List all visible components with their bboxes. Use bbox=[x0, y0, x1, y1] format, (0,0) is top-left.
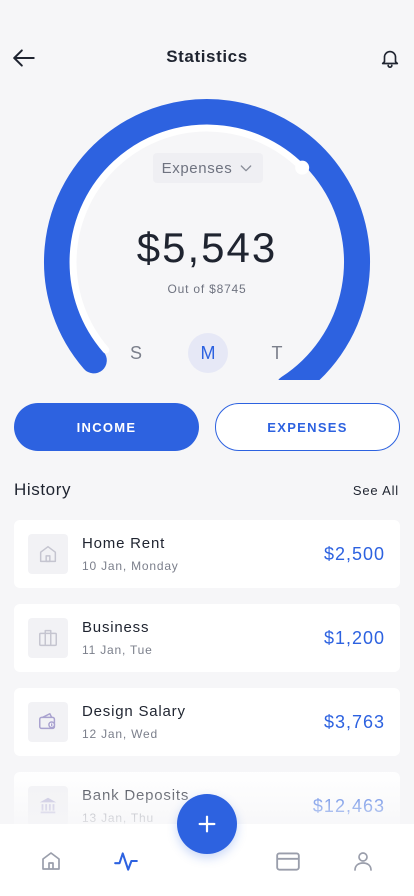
day-tab-m[interactable]: M bbox=[188, 333, 228, 373]
history-item-design-salary[interactable]: Design Salary 12 Jan, Wed $3,763 bbox=[14, 688, 400, 756]
see-all-link[interactable]: See All bbox=[353, 483, 399, 498]
category-dropdown[interactable]: Expenses bbox=[153, 153, 263, 183]
chevron-down-icon bbox=[241, 165, 252, 172]
item-amount: $3,763 bbox=[323, 712, 385, 732]
item-title: Design Salary bbox=[82, 703, 186, 720]
card-icon bbox=[276, 852, 300, 871]
item-title: Home Rent bbox=[82, 535, 166, 552]
wallet-icon bbox=[39, 713, 56, 730]
nav-home[interactable] bbox=[36, 846, 66, 876]
item-date: 12 Jan, Wed bbox=[82, 727, 158, 741]
page-title: Statistics bbox=[166, 47, 248, 66]
profile-icon bbox=[354, 852, 372, 871]
home-icon bbox=[42, 852, 60, 870]
gauge-knob[interactable] bbox=[295, 160, 310, 175]
nav-activity[interactable] bbox=[111, 846, 141, 876]
notification-button[interactable] bbox=[376, 44, 404, 72]
day-tab-s[interactable]: S bbox=[116, 333, 156, 373]
add-icon bbox=[198, 815, 216, 833]
item-amount: $1,200 bbox=[323, 628, 385, 648]
item-title: Business bbox=[82, 619, 150, 636]
bank-icon bbox=[39, 797, 57, 814]
history-item-business[interactable]: Business 11 Jan, Tue $1,200 bbox=[14, 604, 400, 672]
item-date: 11 Jan, Tue bbox=[82, 643, 153, 657]
item-amount: $2,500 bbox=[323, 544, 385, 564]
total-amount: $5,543 bbox=[136, 224, 278, 271]
activity-icon bbox=[114, 852, 138, 871]
day-tab-t[interactable]: T bbox=[257, 333, 297, 373]
item-date: 13 Jan, Thu bbox=[82, 811, 154, 825]
briefcase-icon bbox=[39, 629, 57, 647]
add-button[interactable] bbox=[177, 794, 237, 854]
nav-profile[interactable] bbox=[348, 846, 378, 876]
history-title: History bbox=[14, 480, 72, 499]
header: Statistics bbox=[0, 0, 414, 100]
nav-cards[interactable] bbox=[273, 846, 303, 876]
item-date: 10 Jan, Monday bbox=[82, 559, 179, 573]
bell-icon bbox=[381, 50, 399, 68]
income-button[interactable]: INCOME bbox=[14, 403, 199, 451]
home-icon bbox=[39, 545, 57, 563]
item-title: Bank Deposits bbox=[82, 787, 190, 804]
item-amount: $12,463 bbox=[312, 796, 385, 816]
amount-subtitle: Out of $8745 bbox=[167, 282, 247, 296]
expenses-button[interactable]: EXPENSES bbox=[215, 403, 400, 451]
dropdown-label: Expenses bbox=[161, 159, 233, 177]
history-item-home-rent[interactable]: Home Rent 10 Jan, Monday $2,500 bbox=[14, 520, 400, 588]
